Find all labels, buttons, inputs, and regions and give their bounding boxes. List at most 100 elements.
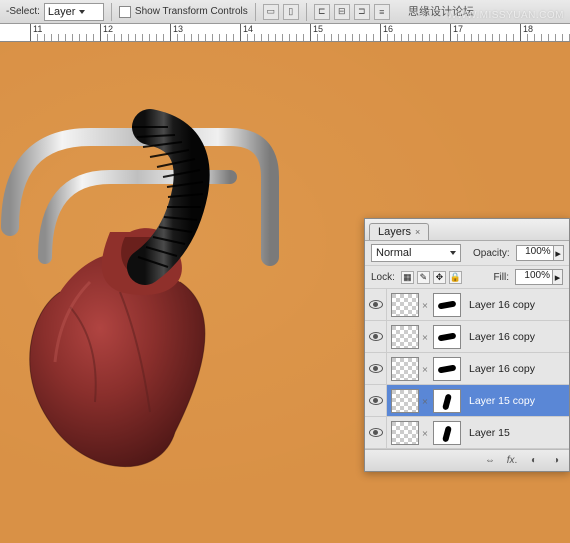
layer-row[interactable]: 𐄂 Layer 16 copy [365, 289, 569, 321]
ruler-tick-minor [275, 34, 276, 42]
link-icon[interactable]: 𐄂 [419, 321, 431, 352]
ruler-tick-minor [156, 34, 157, 42]
ruler-tick-minor [352, 34, 353, 42]
close-icon[interactable]: × [415, 227, 420, 237]
layers-list: 𐄂 Layer 16 copy 𐄂 Layer 16 copy 𐄂 Layer 16 co… [365, 289, 569, 449]
horizontal-ruler: 1112131415161718 [0, 24, 570, 42]
align-right-icon[interactable]: ⊐ [354, 4, 370, 20]
layer-thumbnail[interactable] [391, 357, 419, 381]
panel-footer: ⇔ fx. ◐ ◑ [365, 449, 569, 471]
visibility-toggle[interactable] [365, 289, 387, 320]
ruler-tick-minor [219, 34, 220, 42]
layer-fx-icon[interactable]: fx. [505, 454, 519, 468]
ruler-tick-minor [506, 34, 507, 42]
ruler-tick-minor [513, 34, 514, 42]
tab-label: Layers [378, 226, 411, 238]
ruler-tick-minor [72, 34, 73, 42]
ruler-tick-minor [555, 34, 556, 42]
layer-name-label[interactable]: Layer 15 [469, 427, 510, 439]
ruler-tick-minor [44, 34, 45, 42]
panel-tabbar: Layers × [365, 219, 569, 241]
layer-mask-thumbnail[interactable] [433, 389, 461, 413]
ruler-tick-minor [429, 34, 430, 42]
layer-mask-thumbnail[interactable] [433, 293, 461, 317]
auto-select-label: -Select: [6, 6, 40, 17]
layer-row[interactable]: 𐄂 Layer 16 copy [365, 353, 569, 385]
visibility-toggle[interactable] [365, 353, 387, 384]
distribute-icon[interactable]: ≡ [374, 4, 390, 20]
layer-thumbnail[interactable] [391, 325, 419, 349]
link-icon[interactable]: 𐄂 [419, 353, 431, 384]
layer-row[interactable]: 𐄂 Layer 16 copy [365, 321, 569, 353]
eye-icon [369, 300, 383, 309]
ruler-tick-minor [345, 34, 346, 42]
link-icon[interactable]: 𐄂 [419, 417, 431, 448]
auto-select-dropdown[interactable]: Layer [44, 3, 104, 21]
ruler-tick-minor [471, 34, 472, 42]
ruler-tick-minor [394, 34, 395, 42]
align-icon[interactable]: ▭ [263, 4, 279, 20]
link-icon[interactable]: 𐄂 [419, 289, 431, 320]
link-icon[interactable]: 𐄂 [419, 385, 431, 416]
link-layers-icon[interactable]: ⇔ [483, 454, 497, 468]
visibility-toggle[interactable] [365, 321, 387, 352]
layer-mask-thumbnail[interactable] [433, 421, 461, 445]
fill-label: Fill: [493, 272, 509, 283]
tab-layers[interactable]: Layers × [369, 223, 429, 240]
align-icon[interactable]: ▯ [283, 4, 299, 20]
layer-row[interactable]: 𐄂 Layer 15 [365, 417, 569, 449]
eye-icon [369, 332, 383, 341]
ruler-tick-minor [499, 34, 500, 42]
ruler-tick-minor [492, 34, 493, 42]
lock-fill-row: Lock: ▦ ✎ ✥ 🔒 Fill: 100% ▸ [365, 266, 569, 289]
lock-transparency-icon[interactable]: ▦ [401, 271, 414, 284]
layer-thumbnail[interactable] [391, 421, 419, 445]
blend-mode-value: Normal [376, 247, 411, 259]
ruler-tick-minor [163, 34, 164, 42]
ruler-tick-minor [303, 34, 304, 42]
opacity-input[interactable]: 100% [516, 245, 554, 261]
layer-name-label[interactable]: Layer 16 copy [469, 363, 535, 375]
ruler-tick-minor [422, 34, 423, 42]
ruler-tick-minor [443, 34, 444, 42]
lock-all-icon[interactable]: 🔒 [449, 271, 462, 284]
ruler-tick-minor [268, 34, 269, 42]
chevron-down-icon [79, 10, 85, 14]
layer-name-label[interactable]: Layer 16 copy [469, 331, 535, 343]
ruler-tick-minor [457, 34, 458, 42]
layer-mask-thumbnail[interactable] [433, 357, 461, 381]
opacity-flyout-icon[interactable]: ▸ [554, 245, 564, 261]
lock-pixels-icon[interactable]: ✎ [417, 271, 430, 284]
ruler-tick-minor [114, 34, 115, 42]
visibility-toggle[interactable] [365, 417, 387, 448]
ruler-tick-minor [198, 34, 199, 42]
layer-thumbnail[interactable] [391, 389, 419, 413]
ruler-tick-minor [373, 34, 374, 42]
ruler-tick-minor [254, 34, 255, 42]
align-center-icon[interactable]: ⊟ [334, 4, 350, 20]
show-transform-checkbox[interactable] [119, 6, 131, 18]
ruler-tick-minor [51, 34, 52, 42]
layer-name-label[interactable]: Layer 16 copy [469, 299, 535, 311]
ruler-tick-minor [79, 34, 80, 42]
layer-thumbnail[interactable] [391, 293, 419, 317]
lock-position-icon[interactable]: ✥ [433, 271, 446, 284]
fill-flyout-icon[interactable]: ▸ [553, 269, 563, 285]
adjustment-layer-icon[interactable]: ◑ [549, 454, 563, 468]
ruler-tick-minor [121, 34, 122, 42]
align-left-icon[interactable]: ⊏ [314, 4, 330, 20]
layer-row[interactable]: 𐄂 Layer 15 copy [365, 385, 569, 417]
ruler-tick-minor [324, 34, 325, 42]
layer-name-label[interactable]: Layer 15 copy [469, 395, 535, 407]
ruler-tick-minor [86, 34, 87, 42]
visibility-toggle[interactable] [365, 385, 387, 416]
ruler-tick-minor [282, 34, 283, 42]
fill-input[interactable]: 100% [515, 269, 553, 285]
blend-mode-dropdown[interactable]: Normal [371, 244, 461, 262]
layer-mask-icon[interactable]: ◐ [527, 454, 541, 468]
separator [111, 3, 112, 21]
ruler-tick-minor [107, 34, 108, 42]
ruler-tick-minor [261, 34, 262, 42]
ruler-tick-minor [296, 34, 297, 42]
layer-mask-thumbnail[interactable] [433, 325, 461, 349]
